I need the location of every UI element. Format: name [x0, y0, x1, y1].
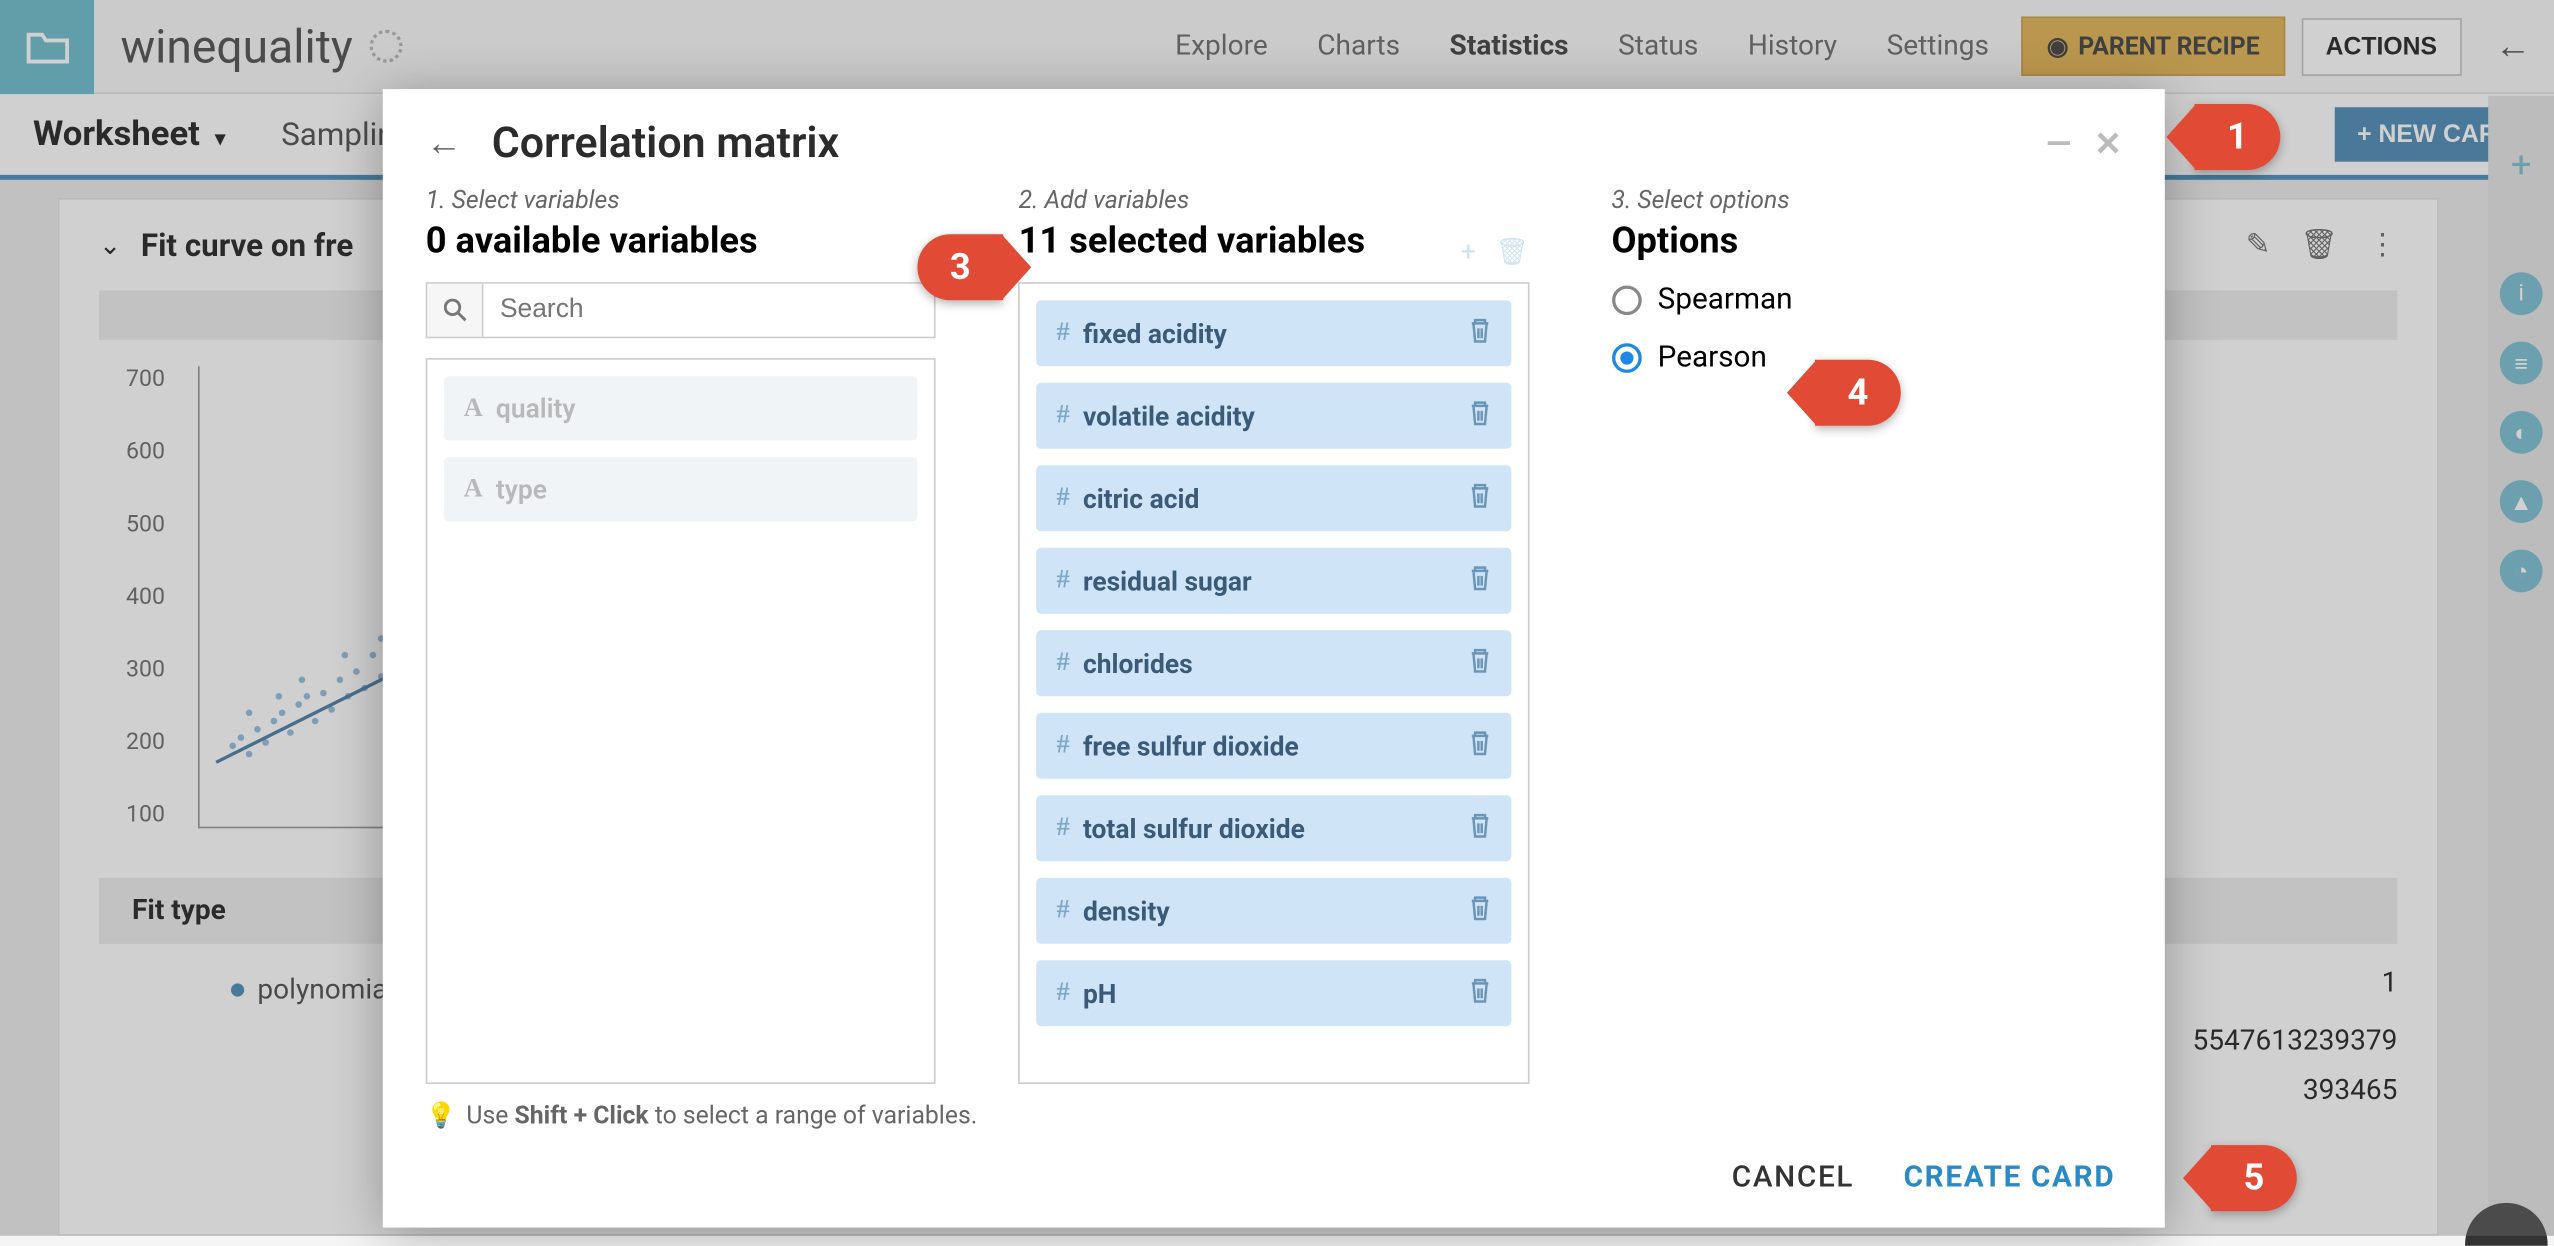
tip-text: 💡Use Shift + Click to select a range of …	[383, 1084, 2165, 1130]
variable-label: volatile acidity	[1083, 400, 1255, 431]
number-type-icon: #	[1057, 648, 1070, 678]
selected-variables-heading: 11 selected variables	[1019, 221, 1366, 262]
text-type-icon: A	[464, 474, 483, 504]
radio-icon	[1611, 285, 1641, 315]
selected-variable-item[interactable]: # free sulfur dioxide	[1037, 713, 1511, 779]
modal-minimize-icon[interactable]: —	[2046, 124, 2071, 164]
variable-label: density	[1083, 895, 1170, 926]
radio-icon	[1611, 342, 1641, 372]
step-1-label: 1. Select variables	[426, 185, 936, 215]
modal-back-icon[interactable]: ←	[426, 122, 462, 165]
option-label: Pearson	[1658, 340, 1767, 375]
remove-variable-icon[interactable]	[1468, 399, 1491, 432]
callout-5: 5	[2211, 1145, 2297, 1211]
selected-variable-item[interactable]: # citric acid	[1037, 465, 1511, 531]
remove-variable-icon[interactable]	[1468, 564, 1491, 597]
option-label: Spearman	[1658, 282, 1793, 317]
cancel-button[interactable]: CANCEL	[1732, 1160, 1854, 1195]
number-type-icon: #	[1057, 978, 1070, 1008]
number-type-icon: #	[1057, 483, 1070, 513]
selected-variable-item[interactable]: # fixed acidity	[1037, 300, 1511, 366]
selected-variable-item[interactable]: # chlorides	[1037, 630, 1511, 696]
variable-label: total sulfur dioxide	[1083, 813, 1305, 844]
callout-4: 4	[1815, 360, 1901, 426]
option-spearman[interactable]: Spearman	[1611, 282, 2121, 317]
options-heading: Options	[1611, 221, 2121, 262]
search-input[interactable]	[483, 284, 934, 337]
variable-label: quality	[496, 393, 576, 424]
variable-label: citric acid	[1083, 483, 1199, 514]
remove-variable-icon[interactable]	[1468, 317, 1491, 350]
variable-label: type	[496, 474, 547, 505]
callout-1: 1	[2195, 104, 2281, 170]
remove-variable-icon[interactable]	[1468, 894, 1491, 927]
selected-variable-item[interactable]: # residual sugar	[1037, 548, 1511, 614]
correlation-matrix-modal: ← Correlation matrix — ✕ 1. Select varia…	[383, 89, 2165, 1228]
remove-variable-icon[interactable]	[1468, 482, 1491, 515]
selected-variable-item[interactable]: # volatile acidity	[1037, 383, 1511, 449]
number-type-icon: #	[1057, 318, 1070, 348]
modal-close-icon[interactable]: ✕	[2094, 124, 2122, 164]
variable-label: residual sugar	[1083, 565, 1252, 596]
available-variables-heading: 0 available variables	[426, 221, 936, 262]
remove-variable-icon[interactable]	[1468, 812, 1491, 845]
number-type-icon: #	[1057, 566, 1070, 596]
remove-variable-icon[interactable]	[1468, 647, 1491, 680]
remove-variable-icon[interactable]	[1468, 729, 1491, 762]
number-type-icon: #	[1057, 401, 1070, 431]
variable-label: fixed acidity	[1083, 318, 1227, 349]
available-variable-item[interactable]: Aquality	[444, 376, 918, 440]
remove-variable-icon[interactable]	[1468, 977, 1491, 1010]
lightbulb-icon: 💡	[426, 1101, 457, 1131]
selected-variable-item[interactable]: # density	[1037, 878, 1511, 944]
remove-all-icon[interactable]: 🗑	[1495, 236, 1529, 267]
selected-variable-item[interactable]: # pH	[1037, 960, 1511, 1026]
modal-title: Correlation matrix	[492, 119, 840, 169]
number-type-icon: #	[1057, 731, 1070, 761]
create-card-button[interactable]: CREATE CARD	[1904, 1160, 2116, 1195]
step-2-label: 2. Add variables	[1019, 185, 1529, 215]
variable-label: chlorides	[1083, 648, 1193, 679]
text-type-icon: A	[464, 394, 483, 424]
selected-variable-item[interactable]: # total sulfur dioxide	[1037, 795, 1511, 861]
callout-3: 3	[917, 234, 1003, 300]
available-variable-item[interactable]: Atype	[444, 457, 918, 521]
step-3-label: 3. Select options	[1611, 185, 2121, 215]
variable-label: free sulfur dioxide	[1083, 730, 1299, 761]
add-all-icon[interactable]: +	[1461, 236, 1476, 267]
variable-label: pH	[1083, 978, 1116, 1009]
available-variables-list: AqualityAtype	[426, 358, 936, 1084]
number-type-icon: #	[1057, 896, 1070, 926]
search-icon	[427, 284, 483, 337]
number-type-icon: #	[1057, 813, 1070, 843]
selected-variables-list: # fixed acidity # volatile acidity # citric a…	[1019, 282, 1529, 1084]
